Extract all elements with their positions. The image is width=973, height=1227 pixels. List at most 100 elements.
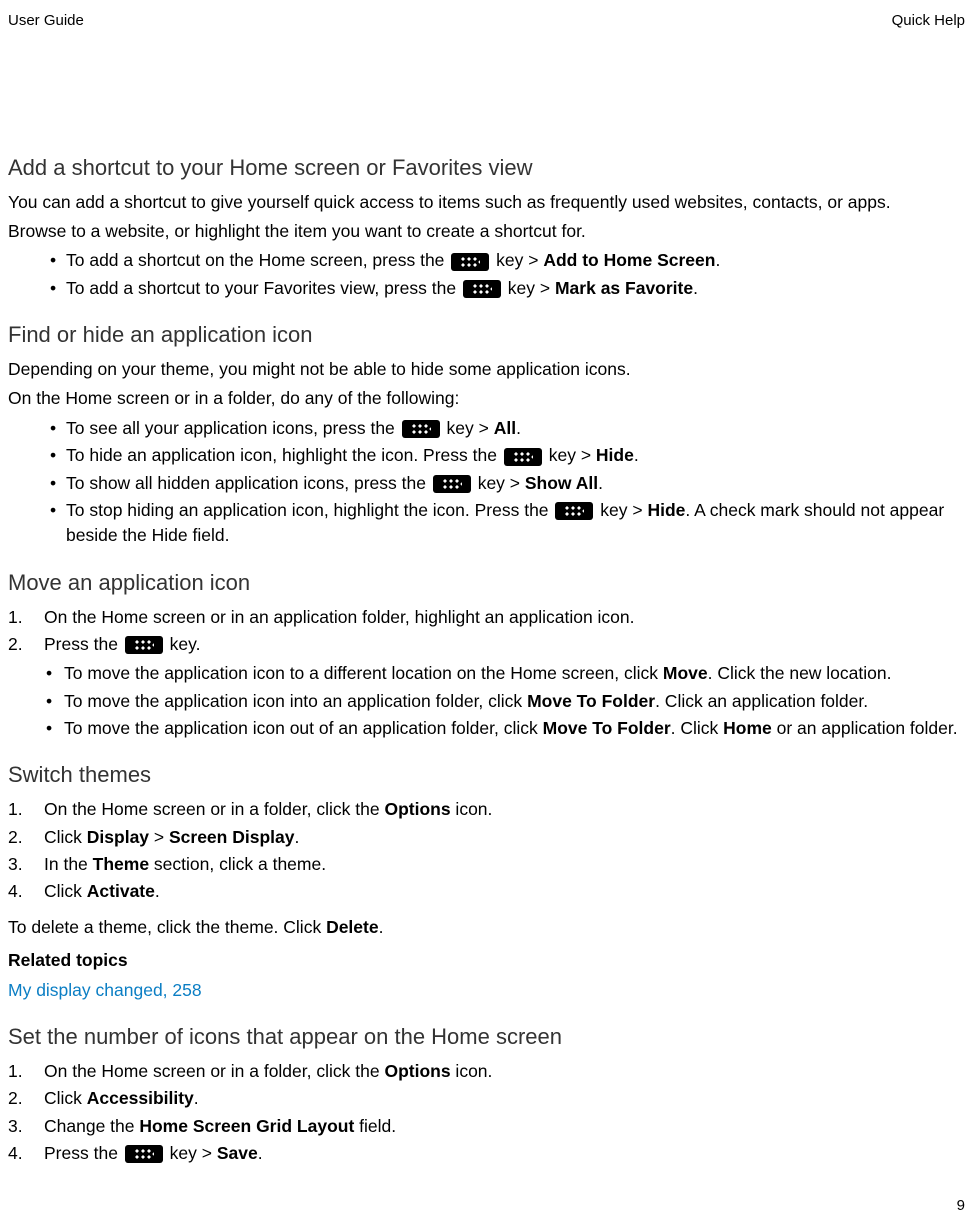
text: key — [600, 500, 627, 520]
page-number: 9 — [957, 1195, 965, 1217]
list-item: To hide an application icon, highlight t… — [8, 443, 965, 468]
text: Change the — [44, 1116, 139, 1136]
text: In the — [44, 854, 93, 874]
text: To delete a theme, click the theme. Clic… — [8, 917, 326, 937]
menu-key-icon — [125, 1145, 163, 1163]
header-right: Quick Help — [892, 10, 965, 32]
text: To see all your application icons, press… — [66, 418, 400, 438]
text-bold: Activate — [87, 881, 155, 901]
text: key — [478, 473, 505, 493]
text: key — [447, 418, 474, 438]
text-bold: Hide — [647, 500, 685, 520]
text: . — [155, 881, 160, 901]
text-bold: Save — [217, 1143, 258, 1163]
menu-key-icon — [555, 502, 593, 520]
section-title-find-hide: Find or hide an application icon — [8, 319, 965, 351]
text: . — [379, 917, 384, 937]
list-item: Click Display > Screen Display. — [8, 825, 965, 850]
text-bold: Options — [384, 799, 450, 819]
text: To move the application icon into an app… — [64, 691, 527, 711]
text: Click — [44, 1088, 87, 1108]
text: On the Home screen or in a folder, click… — [44, 799, 384, 819]
text: Press the — [44, 634, 123, 654]
text: On the Home screen or in an application … — [44, 607, 635, 627]
text: . — [693, 278, 698, 298]
text: To add a shortcut on the Home screen, pr… — [66, 250, 449, 270]
bullet-list: To see all your application icons, press… — [8, 416, 965, 549]
section-title-shortcut: Add a shortcut to your Home screen or Fa… — [8, 152, 965, 184]
body-text: Depending on your theme, you might not b… — [8, 357, 965, 382]
list-item: Click Accessibility. — [8, 1086, 965, 1111]
text: key — [496, 250, 523, 270]
list-item: To stop hiding an application icon, high… — [8, 498, 965, 549]
text: Click — [44, 881, 87, 901]
section-title-move-icon: Move an application icon — [8, 567, 965, 599]
text-bold: Screen Display — [169, 827, 294, 847]
related-topics-header: Related topics — [8, 948, 965, 973]
text: To move the application icon out of an a… — [64, 718, 543, 738]
text: To show all hidden application icons, pr… — [66, 473, 431, 493]
list-item: Press the key > Save. — [8, 1141, 965, 1166]
text: > — [576, 445, 596, 465]
text: icon. — [451, 799, 493, 819]
menu-key-icon — [402, 420, 440, 438]
list-item: On the Home screen or in a folder, click… — [8, 1059, 965, 1084]
text: > — [149, 827, 169, 847]
text: To hide an application icon, highlight t… — [66, 445, 502, 465]
body-text: On the Home screen or in a folder, do an… — [8, 386, 965, 411]
sub-bullet-list: To move the application icon to a differ… — [44, 661, 965, 741]
page-header: User Guide Quick Help — [8, 10, 965, 32]
list-item: To move the application icon out of an a… — [44, 716, 965, 741]
text-bold: Theme — [93, 854, 149, 874]
header-left: User Guide — [8, 10, 84, 32]
menu-key-icon — [125, 636, 163, 654]
step-list: On the Home screen or in a folder, click… — [8, 797, 965, 905]
text: key. — [165, 634, 201, 654]
text: > — [505, 473, 525, 493]
list-item: Click Activate. — [8, 879, 965, 904]
section-title-switch-themes: Switch themes — [8, 759, 965, 791]
text: . — [715, 250, 720, 270]
text-bold: Move To Folder — [543, 718, 671, 738]
related-link[interactable]: My display changed, 258 — [8, 980, 202, 1000]
text: key — [170, 1143, 197, 1163]
list-item: On the Home screen or in a folder, click… — [8, 797, 965, 822]
text: On the Home screen or in a folder, click… — [44, 1061, 384, 1081]
text-bold: Accessibility — [87, 1088, 194, 1108]
list-item: To add a shortcut on the Home screen, pr… — [8, 248, 965, 273]
text: > — [197, 1143, 217, 1163]
text: > — [535, 278, 555, 298]
text: > — [628, 500, 648, 520]
menu-key-icon — [463, 280, 501, 298]
body-text: You can add a shortcut to give yourself … — [8, 190, 965, 215]
text-bold: Options — [384, 1061, 450, 1081]
body-text: Browse to a website, or highlight the it… — [8, 219, 965, 244]
text-bold: Hide — [596, 445, 634, 465]
bullet-list: To add a shortcut on the Home screen, pr… — [8, 248, 965, 301]
text-bold: Home Screen Grid Layout — [139, 1116, 354, 1136]
list-item: To see all your application icons, press… — [8, 416, 965, 441]
menu-key-icon — [433, 475, 471, 493]
body-text: To delete a theme, click the theme. Clic… — [8, 915, 965, 940]
section-title-icon-count: Set the number of icons that appear on t… — [8, 1021, 965, 1053]
step-list: On the Home screen or in a folder, click… — [8, 1059, 965, 1167]
text-bold: Home — [723, 718, 772, 738]
list-item: To show all hidden application icons, pr… — [8, 471, 965, 496]
text: section, click a theme. — [149, 854, 326, 874]
list-item: Change the Home Screen Grid Layout field… — [8, 1114, 965, 1139]
list-item: Press the key. To move the application i… — [8, 632, 965, 742]
text: . Click the new location. — [708, 663, 892, 683]
menu-key-icon — [451, 253, 489, 271]
list-item: To move the application icon into an app… — [44, 689, 965, 714]
text: > — [523, 250, 543, 270]
text-bold: All — [494, 418, 516, 438]
text-bold: Display — [87, 827, 149, 847]
text: key — [508, 278, 535, 298]
text: To add a shortcut to your Favorites view… — [66, 278, 461, 298]
text: . Click an application folder. — [655, 691, 868, 711]
text: . — [294, 827, 299, 847]
text: . — [634, 445, 639, 465]
text: . — [516, 418, 521, 438]
text: . — [598, 473, 603, 493]
text: key — [549, 445, 576, 465]
